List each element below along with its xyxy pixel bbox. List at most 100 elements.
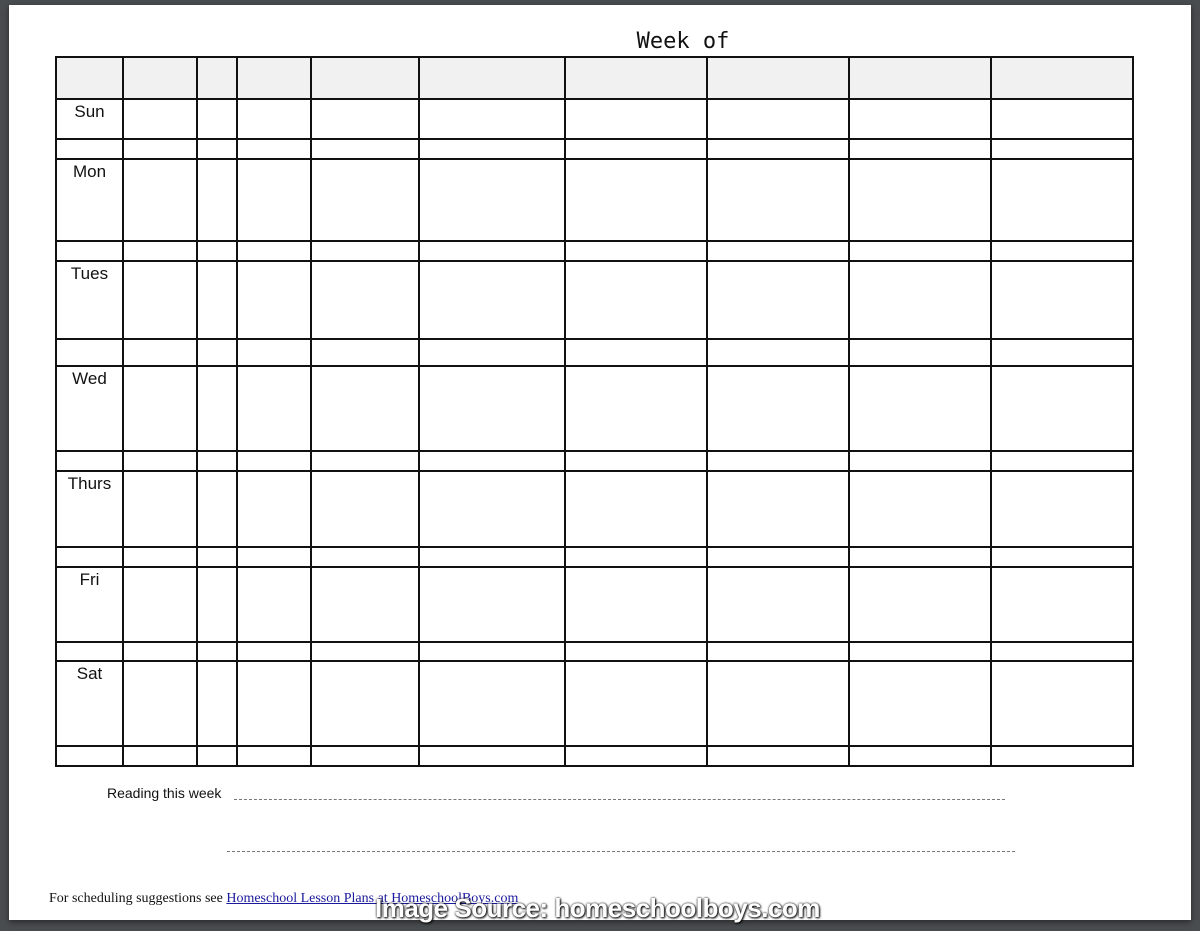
planner-cell[interactable] [564, 158, 708, 242]
subrow-cell[interactable] [196, 641, 238, 662]
subrow-cell[interactable] [564, 338, 708, 367]
planner-cell[interactable] [122, 98, 198, 140]
planner-cell[interactable] [122, 260, 198, 340]
subrow-cell[interactable] [310, 546, 420, 568]
planner-cell[interactable] [196, 158, 238, 242]
header-cell[interactable] [706, 56, 850, 100]
subrow-cell[interactable] [122, 641, 198, 662]
header-cell[interactable] [236, 56, 312, 100]
subrow-cell[interactable] [122, 138, 198, 160]
planner-cell[interactable] [310, 98, 420, 140]
planner-cell[interactable] [990, 158, 1134, 242]
subrow-cell[interactable] [196, 338, 238, 367]
planner-cell[interactable] [236, 365, 312, 452]
subrow-cell[interactable] [55, 338, 124, 367]
subrow-cell[interactable] [122, 338, 198, 367]
planner-cell[interactable] [848, 158, 992, 242]
subrow-cell[interactable] [310, 240, 420, 262]
subrow-cell[interactable] [310, 138, 420, 160]
subrow-cell[interactable] [706, 745, 850, 767]
subrow-cell[interactable] [848, 546, 992, 568]
subrow-cell[interactable] [564, 745, 708, 767]
subrow-cell[interactable] [55, 240, 124, 262]
planner-cell[interactable] [310, 566, 420, 643]
planner-cell[interactable] [122, 660, 198, 747]
planner-cell[interactable] [706, 660, 850, 747]
subrow-cell[interactable] [236, 240, 312, 262]
planner-cell[interactable] [848, 98, 992, 140]
planner-cell[interactable] [418, 660, 566, 747]
header-cell[interactable] [990, 56, 1134, 100]
planner-cell[interactable] [196, 98, 238, 140]
planner-cell[interactable] [122, 566, 198, 643]
planner-cell[interactable] [418, 158, 566, 242]
subrow-cell[interactable] [236, 338, 312, 367]
planner-cell[interactable] [706, 260, 850, 340]
planner-cell[interactable] [990, 566, 1134, 643]
subrow-cell[interactable] [236, 546, 312, 568]
header-cell[interactable] [848, 56, 992, 100]
planner-cell[interactable] [706, 470, 850, 548]
planner-cell[interactable] [564, 470, 708, 548]
planner-cell[interactable] [196, 260, 238, 340]
subrow-cell[interactable] [122, 450, 198, 472]
subrow-cell[interactable] [564, 546, 708, 568]
subrow-cell[interactable] [55, 546, 124, 568]
subrow-cell[interactable] [990, 450, 1134, 472]
planner-cell[interactable] [236, 660, 312, 747]
subrow-cell[interactable] [990, 546, 1134, 568]
planner-cell[interactable] [236, 158, 312, 242]
planner-cell[interactable] [310, 660, 420, 747]
planner-cell[interactable] [122, 158, 198, 242]
header-cell[interactable] [564, 56, 708, 100]
header-cell[interactable] [418, 56, 566, 100]
planner-cell[interactable] [990, 365, 1134, 452]
subrow-cell[interactable] [990, 745, 1134, 767]
subrow-cell[interactable] [848, 338, 992, 367]
subrow-cell[interactable] [990, 641, 1134, 662]
planner-cell[interactable] [990, 470, 1134, 548]
header-cell[interactable] [310, 56, 420, 100]
subrow-cell[interactable] [706, 240, 850, 262]
subrow-cell[interactable] [706, 641, 850, 662]
planner-cell[interactable] [990, 260, 1134, 340]
subrow-cell[interactable] [310, 745, 420, 767]
planner-cell[interactable] [706, 98, 850, 140]
subrow-cell[interactable] [122, 546, 198, 568]
planner-cell[interactable] [418, 260, 566, 340]
subrow-cell[interactable] [418, 745, 566, 767]
subrow-cell[interactable] [418, 138, 566, 160]
planner-cell[interactable] [196, 365, 238, 452]
planner-cell[interactable] [310, 158, 420, 242]
subrow-cell[interactable] [848, 745, 992, 767]
planner-cell[interactable] [122, 365, 198, 452]
planner-cell[interactable] [990, 660, 1134, 747]
subrow-cell[interactable] [706, 338, 850, 367]
planner-cell[interactable] [310, 470, 420, 548]
subrow-cell[interactable] [848, 240, 992, 262]
subrow-cell[interactable] [706, 546, 850, 568]
subrow-cell[interactable] [418, 450, 566, 472]
subrow-cell[interactable] [196, 240, 238, 262]
subrow-cell[interactable] [55, 641, 124, 662]
planner-cell[interactable] [236, 470, 312, 548]
subrow-cell[interactable] [236, 450, 312, 472]
subrow-cell[interactable] [55, 450, 124, 472]
subrow-cell[interactable] [418, 240, 566, 262]
planner-cell[interactable] [310, 365, 420, 452]
subrow-cell[interactable] [310, 641, 420, 662]
planner-cell[interactable] [236, 566, 312, 643]
subrow-cell[interactable] [990, 240, 1134, 262]
planner-cell[interactable] [236, 260, 312, 340]
subrow-cell[interactable] [418, 546, 566, 568]
planner-cell[interactable] [848, 470, 992, 548]
subrow-cell[interactable] [55, 745, 124, 767]
header-cell[interactable] [196, 56, 238, 100]
planner-cell[interactable] [564, 365, 708, 452]
reading-line-2[interactable] [227, 851, 1015, 852]
subrow-cell[interactable] [990, 338, 1134, 367]
planner-cell[interactable] [706, 566, 850, 643]
subrow-cell[interactable] [196, 546, 238, 568]
planner-cell[interactable] [122, 470, 198, 548]
subrow-cell[interactable] [564, 138, 708, 160]
